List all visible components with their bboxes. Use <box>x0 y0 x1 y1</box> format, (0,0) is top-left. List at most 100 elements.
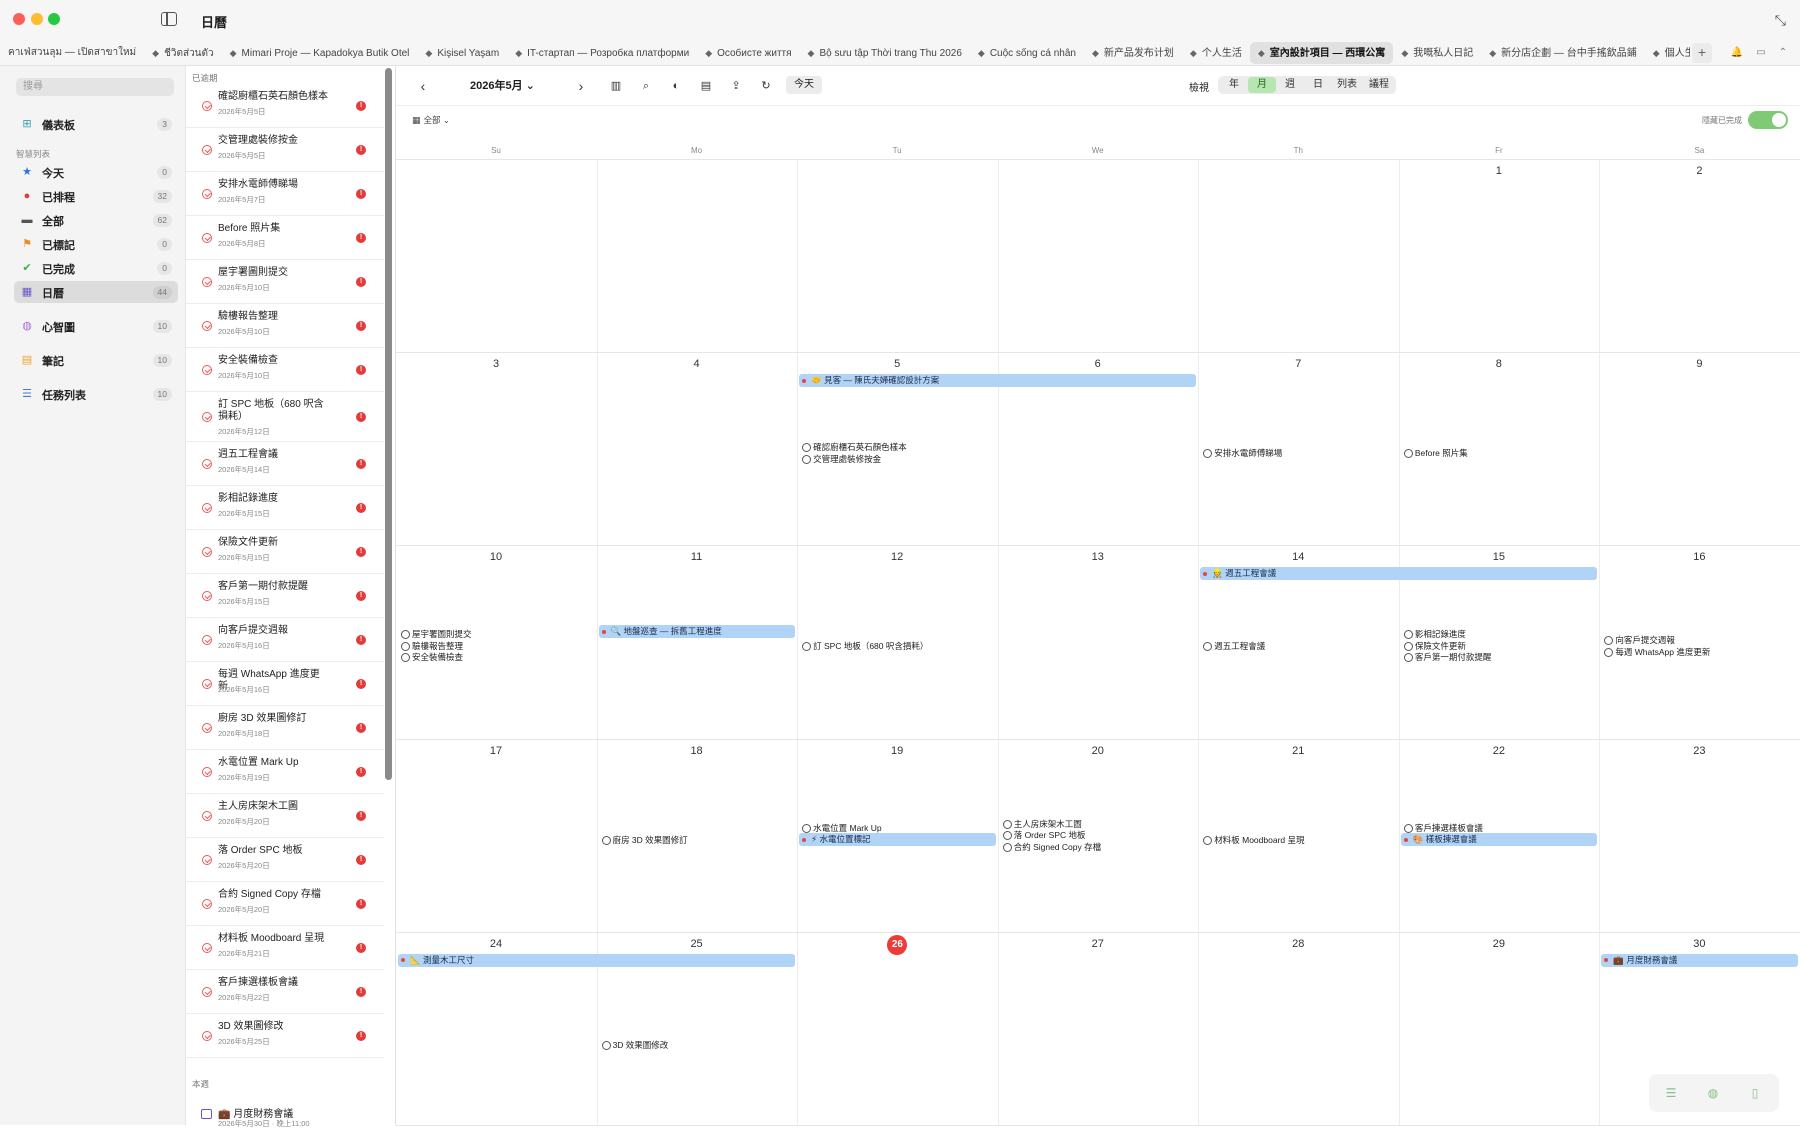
task-checkbox[interactable] <box>202 101 212 111</box>
close-window-button[interactable] <box>13 13 25 25</box>
fullscreen-icon[interactable]: ⤡ <box>1775 12 1786 29</box>
day-cell[interactable] <box>1399 932 1600 1125</box>
calendar-event[interactable]: 📐 測量木工尺寸 <box>398 953 796 967</box>
task-item[interactable]: 主人房床架木工圖 2026年5月20日! <box>186 794 384 838</box>
palette-icon[interactable]: ◐ <box>668 77 684 95</box>
calendar-task[interactable]: 驗樓報告整理 <box>401 641 463 652</box>
day-cell[interactable] <box>1198 932 1399 1125</box>
day-cell[interactable] <box>1599 739 1800 932</box>
calendar-task[interactable]: 屋宇署圖則提交 <box>401 629 472 640</box>
calendar-task[interactable]: 客戶第一期付款提醒 <box>1403 652 1491 663</box>
task-item[interactable]: 交管理處裝修按金 2026年5月5日! <box>186 128 384 172</box>
calendar-task[interactable]: 週五工程會議 <box>1203 641 1265 652</box>
calendar-task[interactable]: 交管理處裝修按金 <box>802 454 881 465</box>
tab-12[interactable]: ◆ 新分店企劃 — 台中手搖飲品鋪 <box>1481 42 1644 64</box>
task-checkbox[interactable] <box>202 233 212 243</box>
day-cell[interactable] <box>998 545 1199 738</box>
view-option-5[interactable]: 議程 <box>1364 77 1394 93</box>
tab-6[interactable]: ◆ Bộ sưu tập Thời trang Thu 2026 <box>800 42 970 64</box>
task-item[interactable]: 影相記錄進度 2026年5月15日! <box>186 486 384 530</box>
clipboard-icon[interactable]: ▯ <box>1747 1085 1763 1101</box>
task-checkbox[interactable] <box>202 767 212 777</box>
day-cell[interactable] <box>797 932 998 1125</box>
day-cell[interactable] <box>396 159 597 352</box>
today-button[interactable]: 今天 <box>786 76 822 94</box>
sidebar-item-2[interactable]: ▬ 全部 62 <box>14 209 178 231</box>
calendar-task[interactable]: 水電位置 Mark Up <box>802 823 882 834</box>
search-icon[interactable]: ⌕ <box>638 77 654 95</box>
day-cell[interactable] <box>597 159 798 352</box>
filter-dropdown[interactable]: ▦ 全部 ⌄ <box>412 114 450 126</box>
task-checkbox[interactable] <box>202 987 212 997</box>
calendar-event[interactable]: 👷 週五工程會議 <box>1200 567 1598 581</box>
day-cell[interactable] <box>597 545 798 738</box>
view-option-1[interactable]: 月 <box>1248 77 1276 93</box>
new-tab-button[interactable]: + <box>1692 43 1712 63</box>
task-item[interactable]: 安排水電師傅睇場 2026年5月7日! <box>186 172 384 216</box>
tab-3[interactable]: ◆ Kişisel Yaşam <box>417 42 507 64</box>
calendar-task[interactable]: 材料板 Moodboard 呈現 <box>1203 835 1305 846</box>
tab-1[interactable]: ◆ ชีวิตส่วนตัว <box>144 42 221 64</box>
task-item[interactable]: 向客戶提交週報 2026年5月16日! <box>186 618 384 662</box>
day-cell[interactable] <box>1599 159 1800 352</box>
task-item[interactable]: 屋宇署圖則提交 2026年5月10日! <box>186 260 384 304</box>
calendar-event[interactable]: 🤝 見客 — 陳氏夫婦確認設計方案 <box>799 374 1197 388</box>
this-week-task[interactable]: 💼 月度財務會議 2026年5月30日 · 晚上11:00 <box>186 1091 384 1128</box>
task-item[interactable]: 確認廚櫃石英石顏色樣本 2026年5月5日! <box>186 84 384 128</box>
tab-7[interactable]: ◆ Cuộc sống cá nhân <box>970 42 1084 64</box>
tab-10[interactable]: ◆ 室內設計項目 — 西環公寓 <box>1249 42 1394 64</box>
sidebar-item-0[interactable]: ★ 今天 0 <box>14 161 178 183</box>
task-checkbox[interactable] <box>202 503 212 513</box>
calendar-task[interactable]: 安全裝備檢查 <box>401 652 463 663</box>
task-checkbox[interactable] <box>202 412 212 422</box>
view-option-2[interactable]: 週 <box>1276 77 1304 93</box>
view-option-0[interactable]: 年 <box>1221 77 1247 93</box>
calendar-event[interactable]: ⚡ 水電位置標記 <box>799 833 996 847</box>
task-checkbox[interactable] <box>202 855 212 865</box>
calendar-task[interactable]: 合約 Signed Copy 存檔 <box>1002 842 1101 853</box>
calendar-task[interactable]: Before 照片集 <box>1403 448 1468 459</box>
document-icon[interactable]: ▤ <box>698 77 714 95</box>
stats-icon[interactable]: ▥ <box>608 77 624 95</box>
task-item[interactable]: 客戶第一期付款提醒 2026年5月15日! <box>186 574 384 618</box>
task-checkbox[interactable] <box>202 635 212 645</box>
task-item[interactable]: 合約 Signed Copy 存檔 2026年5月20日! <box>186 882 384 926</box>
tab-11[interactable]: ◆ 我嘅私人日記 <box>1393 42 1481 64</box>
month-picker[interactable]: 2026年5月 ⌄ <box>470 77 535 93</box>
task-item[interactable]: 客戶揀選樣板會議 2026年5月22日! <box>186 970 384 1014</box>
calendar-event[interactable]: 🎨 樣板揀選會議 <box>1400 833 1598 847</box>
share-icon[interactable]: ⇪ <box>728 77 744 95</box>
tab-2[interactable]: ◆ Mimari Proje — Kapadokya Butik Otel <box>222 42 418 64</box>
tab-8[interactable]: ◆ 新产品发布计划 <box>1084 42 1182 64</box>
calendar-task[interactable]: 安排水電師傅睇場 <box>1203 448 1282 459</box>
task-item[interactable]: 週五工程會議 2026年5月14日! <box>186 442 384 486</box>
refresh-icon[interactable]: ↻ <box>758 77 774 95</box>
calendar-task[interactable]: 向客戶提交週報 <box>1604 635 1675 646</box>
day-cell[interactable] <box>998 159 1199 352</box>
tab-9[interactable]: ◆ 个人生活 <box>1182 42 1250 64</box>
search-input[interactable]: 搜尋 <box>16 78 174 96</box>
calendar-task[interactable]: 保險文件更新 <box>1403 641 1466 652</box>
prev-month-chevron-icon[interactable]: ‹ <box>416 77 430 95</box>
task-item[interactable]: 每週 WhatsApp 進度更新 2026年5月16日! <box>186 662 384 706</box>
day-cell[interactable] <box>1599 352 1800 545</box>
sidebar-item-1[interactable]: ● 已排程 32 <box>14 185 178 207</box>
day-cell[interactable] <box>396 352 597 545</box>
task-checkbox[interactable] <box>202 811 212 821</box>
task-item[interactable]: 3D 效果圖修改 2026年5月25日! <box>186 1014 384 1058</box>
task-item[interactable]: 驗樓報告整理 2026年5月10日! <box>186 304 384 348</box>
task-item[interactable]: 水電位置 Mark Up 2026年5月19日! <box>186 750 384 794</box>
task-checkbox[interactable] <box>202 277 212 287</box>
chevron-up-icon[interactable]: ⌃ <box>1775 45 1791 61</box>
task-checkbox[interactable] <box>202 189 212 199</box>
task-checkbox[interactable] <box>202 591 212 601</box>
task-checkbox[interactable] <box>202 547 212 557</box>
sidebar-toggle-icon[interactable] <box>161 12 177 26</box>
task-item[interactable]: 訂 SPC 地板（680 呎含損耗） 2026年5月12日! <box>186 392 384 442</box>
calendar-task[interactable]: 落 Order SPC 地板 <box>1002 830 1086 841</box>
calendar-event[interactable]: 🔍 地盤巡查 — 拆舊工程進度 <box>598 625 796 639</box>
sidebar-extra-item-0[interactable]: ◍ 心智圖 10 <box>14 315 178 337</box>
sidebar-item-3[interactable]: ⚑ 已標記 0 <box>14 233 178 255</box>
sidebar-item-4[interactable]: ✔ 已完成 0 <box>14 257 178 279</box>
calendar-task[interactable]: 影相記錄進度 <box>1403 629 1466 640</box>
